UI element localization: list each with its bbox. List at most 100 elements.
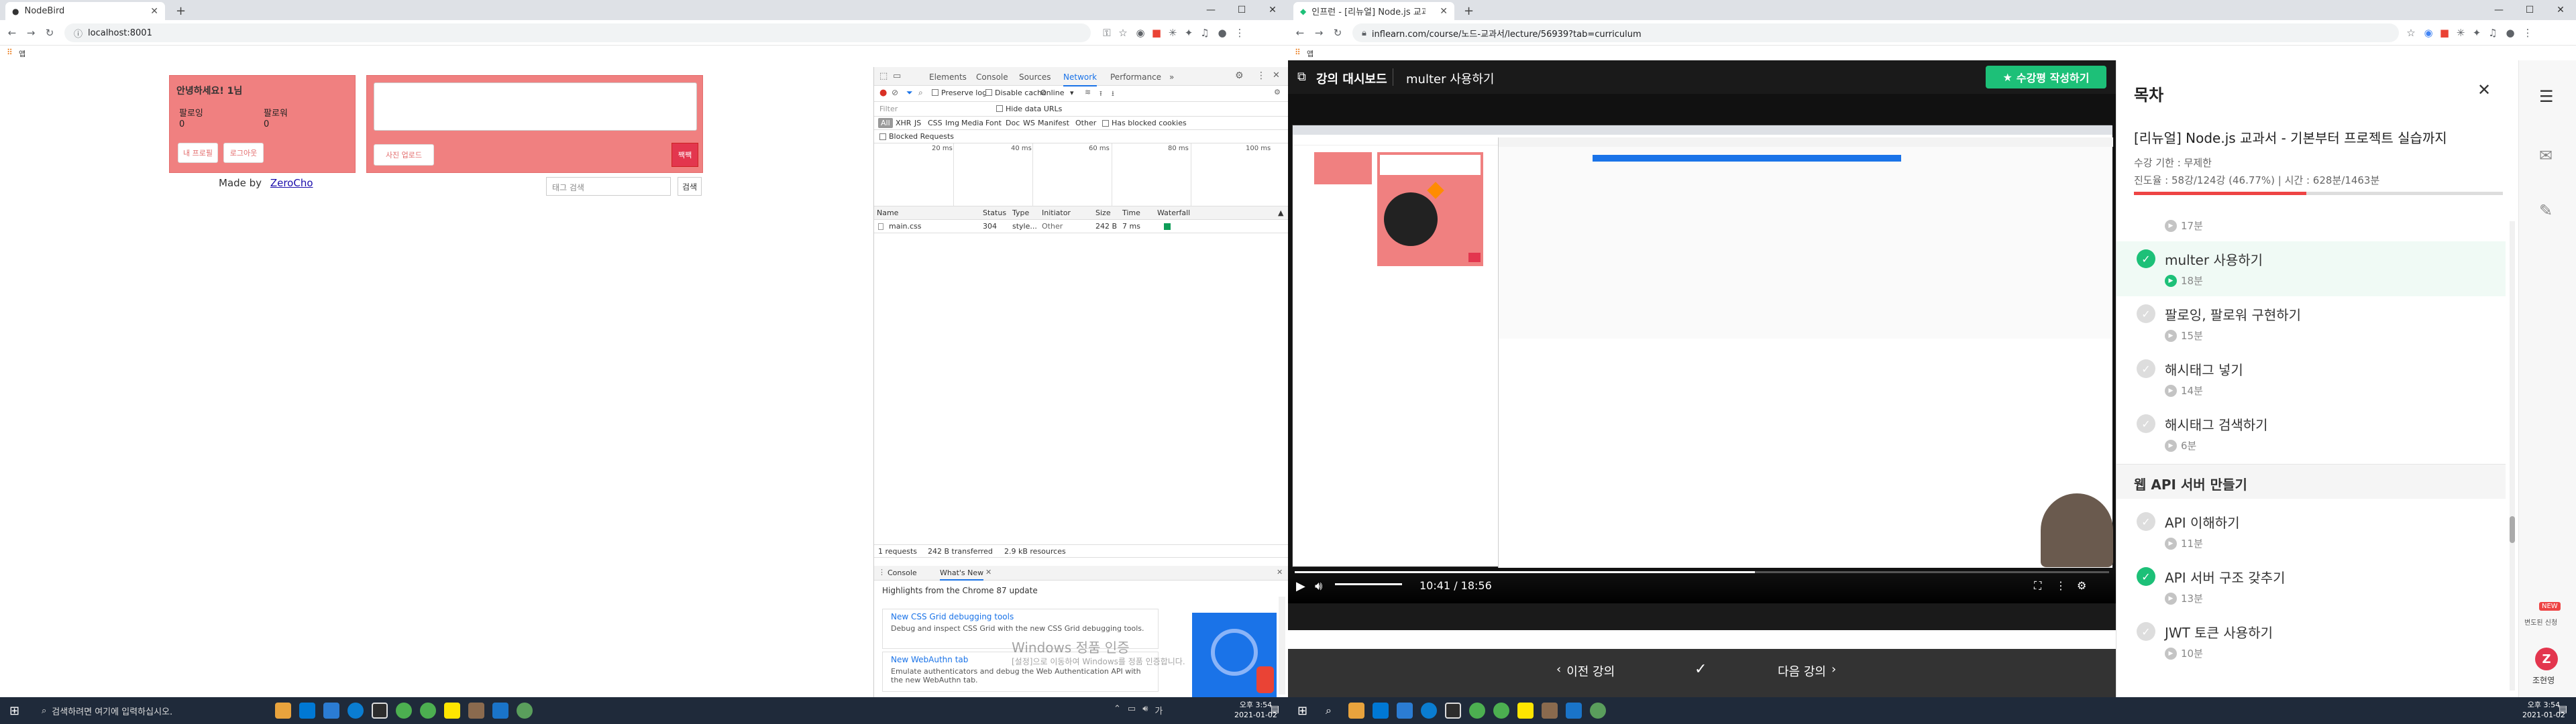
apps-label[interactable]: 앱: [1307, 48, 1313, 59]
reload-icon[interactable]: ↻: [43, 26, 56, 40]
profile-icon[interactable]: ●: [1216, 26, 1229, 40]
menu-icon[interactable]: ⋮: [1233, 26, 1246, 40]
tag-search-button[interactable]: 검색: [678, 177, 702, 196]
more-tabs-icon[interactable]: »: [1169, 72, 1174, 82]
section-header[interactable]: 웹 API 서버 만들기: [2116, 464, 2506, 499]
store-icon[interactable]: [299, 703, 315, 719]
upload-icon[interactable]: ⭱: [1099, 88, 1102, 101]
edge-icon[interactable]: [347, 703, 364, 719]
preserve-log-checkbox[interactable]: [932, 89, 938, 96]
hide-data-urls-checkbox[interactable]: [996, 105, 1003, 112]
settings-icon[interactable]: ⚙: [1235, 70, 1244, 81]
extension-icon-2[interactable]: ■: [1150, 26, 1163, 40]
complete-check-icon[interactable]: ✓: [1695, 661, 1707, 678]
table-row[interactable]: main.css 304 style... Other 242 B 7 ms: [874, 220, 1288, 233]
my-profile-button[interactable]: 내 프로필: [178, 143, 218, 163]
author-link[interactable]: ZeroCho: [270, 177, 313, 189]
overview-timeline[interactable]: 20 ms 40 ms 60 ms 80 ms 100 ms: [874, 143, 1288, 206]
news-title[interactable]: New CSS Grid debugging tools: [891, 612, 1150, 621]
browser-tab-nodebird[interactable]: ● NodeBird ✕: [5, 2, 165, 20]
new-tab-icon[interactable]: +: [1464, 4, 1474, 18]
new-feature-label[interactable]: 변도된 신청: [2524, 617, 2557, 627]
mail-icon[interactable]: [323, 703, 339, 719]
type-media[interactable]: Media: [961, 119, 983, 127]
app-icon-teal[interactable]: [1590, 703, 1606, 719]
back-icon[interactable]: ←: [5, 26, 19, 40]
new-tab-icon[interactable]: +: [176, 4, 186, 18]
kakaotalk-icon[interactable]: [1517, 703, 1534, 719]
throttle-select[interactable]: Online: [1040, 88, 1064, 97]
tab-console[interactable]: Console: [976, 72, 1008, 82]
address-bar[interactable]: ⓘ localhost:8001: [64, 23, 1091, 42]
close-window-icon[interactable]: ✕: [2545, 0, 2576, 20]
type-img[interactable]: Img: [945, 119, 959, 127]
col-type[interactable]: Type: [1012, 208, 1029, 217]
network-icon[interactable]: ▭: [1128, 704, 1136, 717]
terminal-icon[interactable]: [1445, 703, 1461, 719]
puzzle-icon[interactable]: ✦: [1182, 26, 1195, 40]
col-status[interactable]: Status: [983, 208, 1006, 217]
browser-tab-inflearn[interactable]: ◆ 인프런 - [리뉴얼] Node.js 교과서 ... ✕: [1293, 2, 1454, 20]
kakaotalk-icon[interactable]: [444, 703, 460, 719]
kebab-icon[interactable]: ⋮: [1256, 70, 1266, 81]
type-css[interactable]: CSS: [928, 119, 943, 127]
drawer-scrollbar[interactable]: [1279, 597, 1285, 695]
tweet-button[interactable]: 짹짹: [672, 143, 698, 167]
blocked-cookies-checkbox[interactable]: [1102, 120, 1109, 127]
tab-sources[interactable]: Sources: [1019, 72, 1051, 82]
windows-start-icon[interactable]: ⊞: [9, 704, 19, 718]
inspect-icon[interactable]: ⬚: [879, 71, 888, 81]
chevron-down-icon[interactable]: ▾: [1070, 88, 1074, 97]
next-lecture-button[interactable]: 다음 강의 ›: [1778, 662, 1836, 680]
sidebar-scrollbar[interactable]: [2510, 221, 2515, 690]
photo-upload-button[interactable]: 사진 업로드: [374, 144, 434, 166]
list-item[interactable]: ▶ 17분: [2116, 206, 2506, 241]
record-icon[interactable]: ●: [879, 88, 887, 98]
tab-elements[interactable]: Elements: [929, 72, 967, 82]
close-drawer-icon[interactable]: ✕: [1277, 568, 1283, 577]
type-all[interactable]: All: [878, 118, 893, 128]
app-icon-brown[interactable]: [468, 703, 484, 719]
filter-input[interactable]: Filter: [879, 105, 898, 113]
app-icon-brown[interactable]: [1542, 703, 1558, 719]
file-explorer-icon[interactable]: [1348, 703, 1364, 719]
app-icon-green[interactable]: [1493, 703, 1509, 719]
ime-icon[interactable]: 가: [1155, 704, 1163, 717]
forward-icon[interactable]: →: [24, 26, 38, 40]
vscode-icon[interactable]: [1566, 703, 1582, 719]
search-icon[interactable]: ⌕: [918, 88, 923, 98]
tray-chevron-icon[interactable]: ⌃: [1114, 704, 1121, 717]
apps-icon[interactable]: ⠿: [7, 48, 13, 57]
tab-network[interactable]: Network: [1063, 72, 1097, 86]
extension-icon-3[interactable]: ✳: [2454, 26, 2467, 40]
profile-icon[interactable]: ●: [2504, 26, 2517, 40]
type-other[interactable]: Other: [1075, 119, 1096, 127]
blocked-requests-checkbox[interactable]: [879, 133, 886, 140]
star-icon[interactable]: ☆: [2404, 26, 2418, 40]
volume-icon[interactable]: 🔊︎: [1315, 579, 1322, 593]
minimize-icon[interactable]: —: [1195, 0, 1226, 20]
file-explorer-icon[interactable]: [275, 703, 291, 719]
extension-icon-2[interactable]: ■: [2438, 26, 2451, 40]
disable-cache-checkbox[interactable]: [985, 89, 992, 96]
list-item[interactable]: ✓ multer 사용하기 ▶ 18분: [2116, 241, 2506, 296]
store-icon[interactable]: [1373, 703, 1389, 719]
list-item[interactable]: ✓ 팔로잉, 팔로워 구현하기 ▶ 15분: [2116, 296, 2506, 351]
volume-slider[interactable]: [1335, 583, 1402, 585]
sort-icon[interactable]: ▲: [1278, 208, 1283, 217]
star-icon[interactable]: ☆: [1116, 26, 1130, 40]
close-icon[interactable]: ✕: [985, 568, 991, 577]
extension-icon[interactable]: ◉: [1134, 26, 1147, 40]
type-doc[interactable]: Doc: [1006, 119, 1020, 127]
menu-icon[interactable]: ⋮: [2521, 26, 2534, 40]
tab-performance[interactable]: Performance: [1110, 72, 1161, 82]
seek-track[interactable]: [1295, 571, 2109, 573]
type-js[interactable]: JS: [914, 119, 921, 127]
fullscreen-icon[interactable]: ⛶: [2034, 579, 2041, 593]
app-icon-green[interactable]: [420, 703, 436, 719]
close-icon[interactable]: ✕: [150, 6, 158, 17]
col-time[interactable]: Time: [1122, 208, 1140, 217]
col-name[interactable]: Name: [877, 208, 898, 217]
list-item[interactable]: ✓ API 이해하기 ▶ 11분: [2116, 504, 2506, 559]
media-icon[interactable]: ♫: [1198, 26, 1212, 40]
